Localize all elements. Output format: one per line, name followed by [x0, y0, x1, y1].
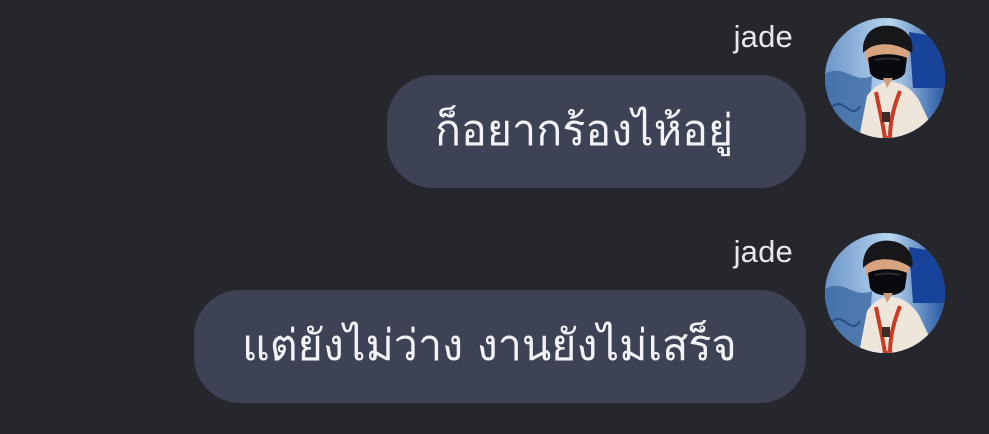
message-group: jade แต่ยังไม่ว่าง งานยังไม่เสร็จ: [0, 227, 989, 417]
message-bubble[interactable]: แต่ยังไม่ว่าง งานยังไม่เสร็จ: [194, 290, 806, 403]
sender-name: jade: [733, 234, 793, 269]
user-avatar-icon[interactable]: [825, 18, 945, 138]
message-bubble[interactable]: ก็อยากร้องไห้อยู่: [387, 75, 806, 188]
sender-name: jade: [733, 19, 793, 54]
message-group: jade ก็อยากร้องไห้อยู่: [0, 12, 989, 202]
user-avatar-icon[interactable]: [825, 233, 945, 353]
chat-conversation: jade ก็อยากร้องไห้อยู่ jade แต่ยังไม่ว่า…: [0, 0, 989, 434]
